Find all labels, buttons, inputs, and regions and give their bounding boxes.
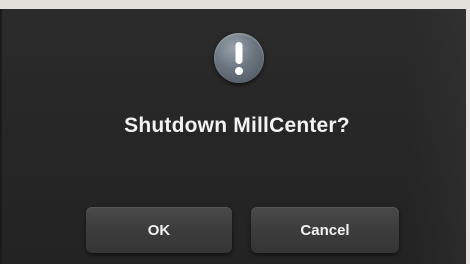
ok-button-label: OK [147, 221, 171, 239]
dialog-title: Shutdown MillCenter? [124, 114, 350, 137]
exclamation-icon [214, 33, 264, 83]
cancel-button[interactable]: Cancel [251, 207, 399, 253]
screen-background: Shutdown MillCenter? OK Cancel [0, 0, 470, 264]
cancel-button-label: Cancel [300, 221, 350, 239]
ok-button[interactable]: OK [86, 207, 232, 253]
shutdown-confirm-dialog: Shutdown MillCenter? OK Cancel [0, 9, 466, 264]
